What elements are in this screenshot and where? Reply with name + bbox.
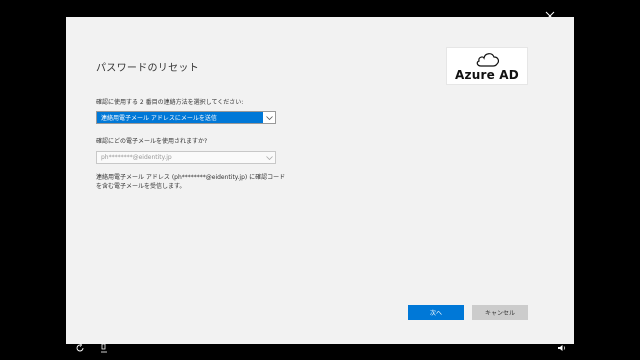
logo-text: Azure AD (455, 68, 519, 82)
email-label: 確認にどの電子メールを使用されますか? (96, 138, 208, 145)
ease-of-access-icon (76, 343, 84, 352)
next-button[interactable]: 次へ (408, 305, 464, 320)
contact-method-value: 連絡用電子メール アドレスにメールを送信 (97, 112, 263, 123)
description-text: 連絡用電子メール アドレス (ph********@eidentity.jp) … (96, 174, 286, 190)
azure-ad-logo: Azure AD (446, 47, 528, 85)
contact-method-select[interactable]: 連絡用電子メール アドレスにメールを送信 (96, 111, 276, 124)
cancel-button[interactable]: キャンセル (472, 305, 528, 320)
email-select-value: ph********@eidentity.jp (101, 154, 172, 161)
page-title: パスワードのリセット (96, 63, 199, 74)
email-select[interactable]: ph********@eidentity.jp (96, 151, 276, 164)
volume-button[interactable] (556, 342, 568, 354)
cloud-icon (476, 53, 500, 67)
ease-of-access-button[interactable] (74, 342, 86, 354)
chevron-down-icon (265, 115, 273, 120)
method-label: 確認に使用する 2 番目の連絡方法を選択してください: (96, 99, 244, 106)
user-icon (101, 343, 107, 353)
chevron-down-icon (265, 155, 273, 160)
on-screen-keyboard-button[interactable] (98, 342, 110, 354)
speaker-icon (558, 345, 566, 351)
password-reset-dialog: パスワードのリセット Azure AD 確認に使用する 2 番目の連絡方法を選択… (66, 17, 574, 344)
